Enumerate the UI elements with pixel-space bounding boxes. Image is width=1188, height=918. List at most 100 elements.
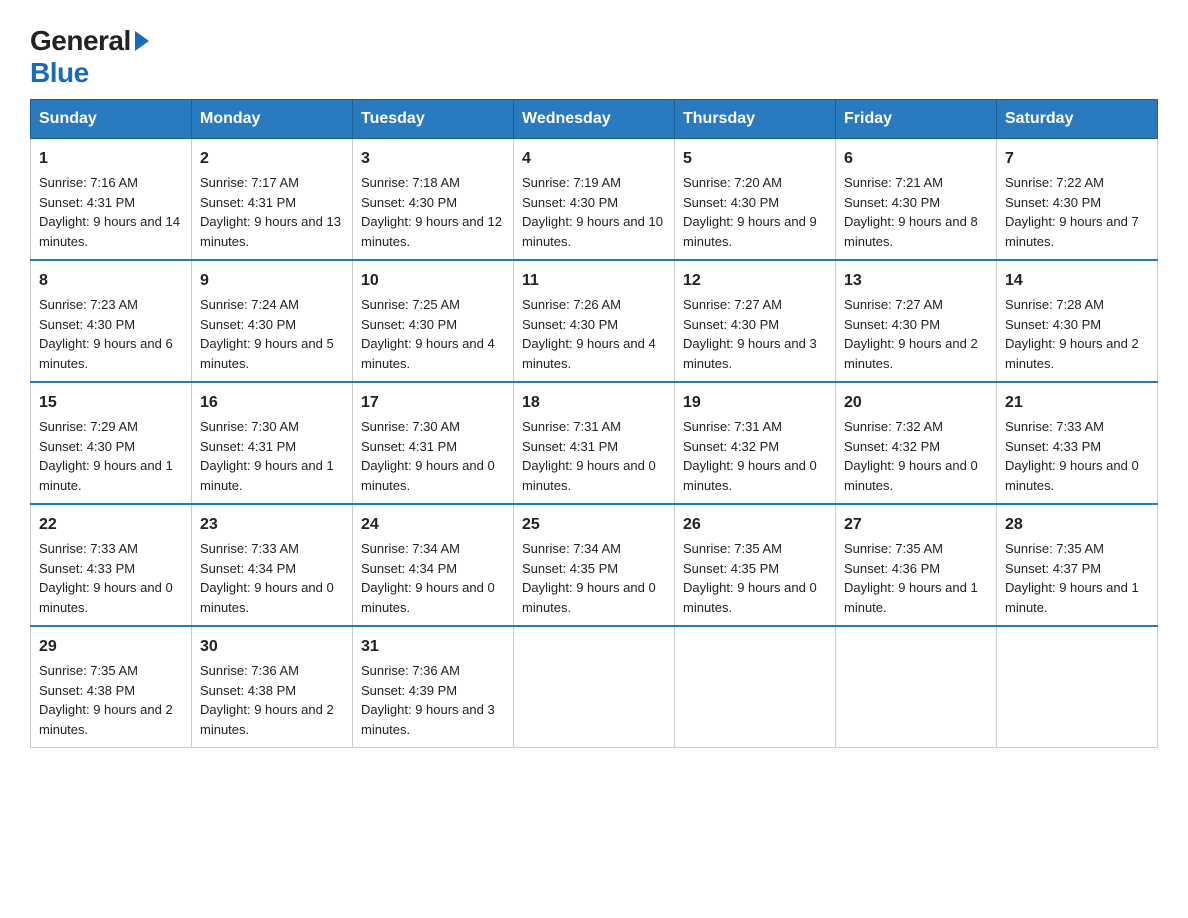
calendar-week-row: 1 Sunrise: 7:16 AMSunset: 4:31 PMDayligh… — [31, 139, 1158, 261]
day-number: 21 — [1005, 391, 1149, 415]
day-info: Sunrise: 7:19 AMSunset: 4:30 PMDaylight:… — [522, 175, 663, 249]
day-info: Sunrise: 7:18 AMSunset: 4:30 PMDaylight:… — [361, 175, 502, 249]
day-info: Sunrise: 7:34 AMSunset: 4:34 PMDaylight:… — [361, 541, 495, 615]
calendar-cell: 9 Sunrise: 7:24 AMSunset: 4:30 PMDayligh… — [192, 260, 353, 382]
calendar-cell: 26 Sunrise: 7:35 AMSunset: 4:35 PMDaylig… — [675, 504, 836, 626]
calendar-cell: 19 Sunrise: 7:31 AMSunset: 4:32 PMDaylig… — [675, 382, 836, 504]
logo-blue-text: Blue — [30, 57, 89, 89]
day-number: 1 — [39, 147, 183, 171]
day-number: 28 — [1005, 513, 1149, 537]
calendar-cell: 28 Sunrise: 7:35 AMSunset: 4:37 PMDaylig… — [997, 504, 1158, 626]
calendar-cell: 4 Sunrise: 7:19 AMSunset: 4:30 PMDayligh… — [514, 139, 675, 261]
day-info: Sunrise: 7:28 AMSunset: 4:30 PMDaylight:… — [1005, 297, 1139, 371]
day-info: Sunrise: 7:27 AMSunset: 4:30 PMDaylight:… — [683, 297, 817, 371]
day-number: 26 — [683, 513, 827, 537]
calendar-week-row: 8 Sunrise: 7:23 AMSunset: 4:30 PMDayligh… — [31, 260, 1158, 382]
calendar-cell: 14 Sunrise: 7:28 AMSunset: 4:30 PMDaylig… — [997, 260, 1158, 382]
calendar-cell: 2 Sunrise: 7:17 AMSunset: 4:31 PMDayligh… — [192, 139, 353, 261]
calendar-cell: 10 Sunrise: 7:25 AMSunset: 4:30 PMDaylig… — [353, 260, 514, 382]
day-info: Sunrise: 7:27 AMSunset: 4:30 PMDaylight:… — [844, 297, 978, 371]
day-info: Sunrise: 7:35 AMSunset: 4:36 PMDaylight:… — [844, 541, 978, 615]
day-number: 30 — [200, 635, 344, 659]
calendar-cell: 8 Sunrise: 7:23 AMSunset: 4:30 PMDayligh… — [31, 260, 192, 382]
day-info: Sunrise: 7:23 AMSunset: 4:30 PMDaylight:… — [39, 297, 173, 371]
calendar-cell: 7 Sunrise: 7:22 AMSunset: 4:30 PMDayligh… — [997, 139, 1158, 261]
calendar-cell: 30 Sunrise: 7:36 AMSunset: 4:38 PMDaylig… — [192, 626, 353, 748]
calendar-cell: 3 Sunrise: 7:18 AMSunset: 4:30 PMDayligh… — [353, 139, 514, 261]
weekday-header-monday: Monday — [192, 100, 353, 139]
day-info: Sunrise: 7:30 AMSunset: 4:31 PMDaylight:… — [361, 419, 495, 493]
day-number: 18 — [522, 391, 666, 415]
day-number: 5 — [683, 147, 827, 171]
weekday-header-sunday: Sunday — [31, 100, 192, 139]
day-number: 4 — [522, 147, 666, 171]
day-number: 7 — [1005, 147, 1149, 171]
day-number: 6 — [844, 147, 988, 171]
calendar-cell — [675, 626, 836, 748]
day-number: 8 — [39, 269, 183, 293]
day-info: Sunrise: 7:26 AMSunset: 4:30 PMDaylight:… — [522, 297, 656, 371]
day-info: Sunrise: 7:35 AMSunset: 4:38 PMDaylight:… — [39, 663, 173, 737]
page-header: General Blue — [30, 20, 1158, 89]
day-info: Sunrise: 7:16 AMSunset: 4:31 PMDaylight:… — [39, 175, 180, 249]
day-number: 29 — [39, 635, 183, 659]
day-info: Sunrise: 7:29 AMSunset: 4:30 PMDaylight:… — [39, 419, 173, 493]
day-info: Sunrise: 7:31 AMSunset: 4:32 PMDaylight:… — [683, 419, 817, 493]
calendar-cell: 5 Sunrise: 7:20 AMSunset: 4:30 PMDayligh… — [675, 139, 836, 261]
day-info: Sunrise: 7:36 AMSunset: 4:38 PMDaylight:… — [200, 663, 334, 737]
logo-general-text: General — [30, 25, 131, 57]
calendar-week-row: 29 Sunrise: 7:35 AMSunset: 4:38 PMDaylig… — [31, 626, 1158, 748]
calendar-cell: 29 Sunrise: 7:35 AMSunset: 4:38 PMDaylig… — [31, 626, 192, 748]
day-number: 16 — [200, 391, 344, 415]
day-info: Sunrise: 7:21 AMSunset: 4:30 PMDaylight:… — [844, 175, 978, 249]
calendar-cell: 31 Sunrise: 7:36 AMSunset: 4:39 PMDaylig… — [353, 626, 514, 748]
calendar-cell: 25 Sunrise: 7:34 AMSunset: 4:35 PMDaylig… — [514, 504, 675, 626]
day-info: Sunrise: 7:33 AMSunset: 4:33 PMDaylight:… — [39, 541, 173, 615]
calendar-cell: 12 Sunrise: 7:27 AMSunset: 4:30 PMDaylig… — [675, 260, 836, 382]
calendar-cell: 15 Sunrise: 7:29 AMSunset: 4:30 PMDaylig… — [31, 382, 192, 504]
day-number: 19 — [683, 391, 827, 415]
day-number: 13 — [844, 269, 988, 293]
day-info: Sunrise: 7:34 AMSunset: 4:35 PMDaylight:… — [522, 541, 656, 615]
calendar-cell: 24 Sunrise: 7:34 AMSunset: 4:34 PMDaylig… — [353, 504, 514, 626]
calendar-cell: 23 Sunrise: 7:33 AMSunset: 4:34 PMDaylig… — [192, 504, 353, 626]
calendar-cell: 27 Sunrise: 7:35 AMSunset: 4:36 PMDaylig… — [836, 504, 997, 626]
calendar-week-row: 22 Sunrise: 7:33 AMSunset: 4:33 PMDaylig… — [31, 504, 1158, 626]
calendar-table: SundayMondayTuesdayWednesdayThursdayFrid… — [30, 99, 1158, 748]
day-info: Sunrise: 7:35 AMSunset: 4:35 PMDaylight:… — [683, 541, 817, 615]
day-number: 27 — [844, 513, 988, 537]
day-info: Sunrise: 7:33 AMSunset: 4:34 PMDaylight:… — [200, 541, 334, 615]
calendar-cell: 11 Sunrise: 7:26 AMSunset: 4:30 PMDaylig… — [514, 260, 675, 382]
calendar-cell: 13 Sunrise: 7:27 AMSunset: 4:30 PMDaylig… — [836, 260, 997, 382]
day-info: Sunrise: 7:22 AMSunset: 4:30 PMDaylight:… — [1005, 175, 1139, 249]
day-number: 25 — [522, 513, 666, 537]
logo-triangle-icon — [135, 31, 149, 51]
day-info: Sunrise: 7:33 AMSunset: 4:33 PMDaylight:… — [1005, 419, 1139, 493]
day-number: 17 — [361, 391, 505, 415]
day-number: 20 — [844, 391, 988, 415]
day-number: 23 — [200, 513, 344, 537]
day-number: 15 — [39, 391, 183, 415]
weekday-header-thursday: Thursday — [675, 100, 836, 139]
day-number: 14 — [1005, 269, 1149, 293]
day-info: Sunrise: 7:25 AMSunset: 4:30 PMDaylight:… — [361, 297, 495, 371]
day-info: Sunrise: 7:35 AMSunset: 4:37 PMDaylight:… — [1005, 541, 1139, 615]
logo: General Blue — [30, 25, 149, 89]
calendar-week-row: 15 Sunrise: 7:29 AMSunset: 4:30 PMDaylig… — [31, 382, 1158, 504]
calendar-cell: 21 Sunrise: 7:33 AMSunset: 4:33 PMDaylig… — [997, 382, 1158, 504]
calendar-cell: 6 Sunrise: 7:21 AMSunset: 4:30 PMDayligh… — [836, 139, 997, 261]
day-info: Sunrise: 7:31 AMSunset: 4:31 PMDaylight:… — [522, 419, 656, 493]
calendar-cell: 22 Sunrise: 7:33 AMSunset: 4:33 PMDaylig… — [31, 504, 192, 626]
day-info: Sunrise: 7:32 AMSunset: 4:32 PMDaylight:… — [844, 419, 978, 493]
calendar-cell: 16 Sunrise: 7:30 AMSunset: 4:31 PMDaylig… — [192, 382, 353, 504]
day-info: Sunrise: 7:20 AMSunset: 4:30 PMDaylight:… — [683, 175, 817, 249]
calendar-cell — [836, 626, 997, 748]
calendar-cell: 17 Sunrise: 7:30 AMSunset: 4:31 PMDaylig… — [353, 382, 514, 504]
calendar-cell — [514, 626, 675, 748]
calendar-cell: 1 Sunrise: 7:16 AMSunset: 4:31 PMDayligh… — [31, 139, 192, 261]
calendar-cell: 20 Sunrise: 7:32 AMSunset: 4:32 PMDaylig… — [836, 382, 997, 504]
day-number: 24 — [361, 513, 505, 537]
day-number: 12 — [683, 269, 827, 293]
day-info: Sunrise: 7:24 AMSunset: 4:30 PMDaylight:… — [200, 297, 334, 371]
day-info: Sunrise: 7:30 AMSunset: 4:31 PMDaylight:… — [200, 419, 334, 493]
